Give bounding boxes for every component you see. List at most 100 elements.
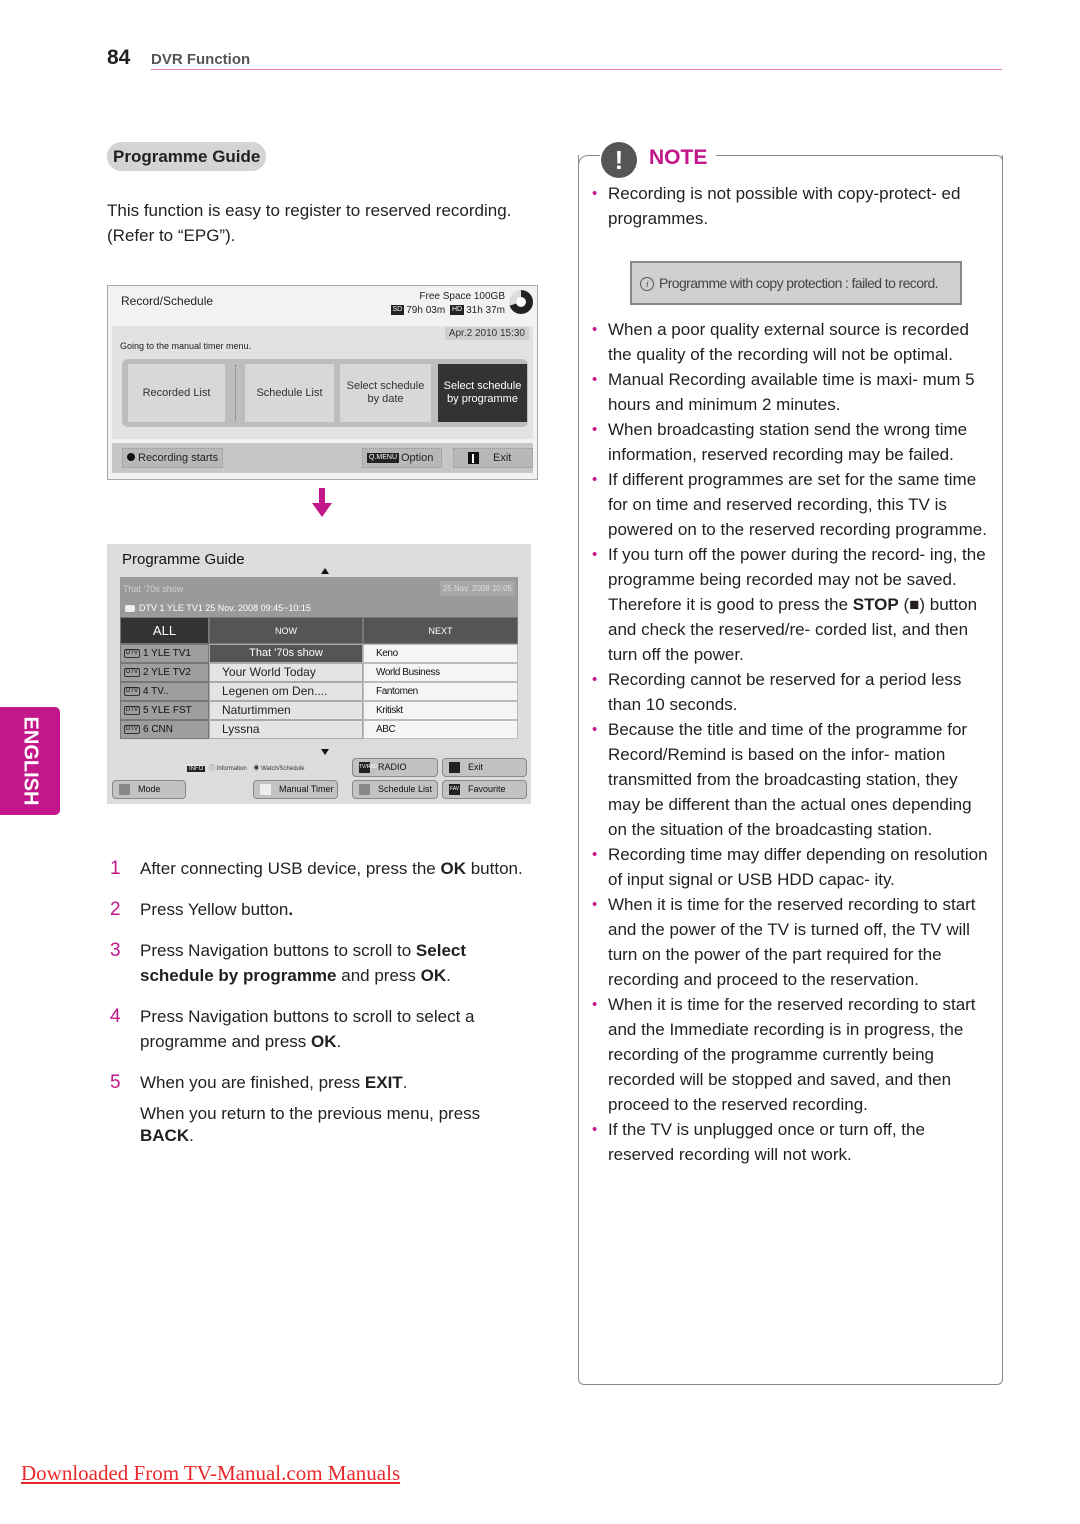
next-programme[interactable]: Fantomen xyxy=(363,682,518,701)
programme-guide-screen: Programme Guide That '70s show 25 Nov. 2… xyxy=(107,544,531,804)
status-message: Going to the manual timer menu. xyxy=(120,341,252,351)
note-item: Manual Recording available time is maxi-… xyxy=(590,367,990,417)
steps-list: 1 After connecting USB device, press the … xyxy=(110,856,530,1147)
programme-info-bar: That '70s show 25 Nov. 2008 10:05 DTV 1 … xyxy=(120,577,518,617)
arrow-down-icon xyxy=(312,488,332,517)
manual-timer-button[interactable]: Manual Timer xyxy=(253,780,338,799)
dtv-icon: DTV xyxy=(124,724,140,734)
guide-row[interactable]: DTV 2 YLE TV2 Your World Today World Busi… xyxy=(120,663,518,682)
channel-name: 5 YLE FST xyxy=(143,705,192,716)
record-schedule-footer: Recording starts Q.MENU Option Exit xyxy=(112,443,533,473)
download-source-link[interactable]: Downloaded From TV-Manual.com Manuals xyxy=(21,1461,400,1486)
exit-icon xyxy=(449,762,460,774)
info-icon: i xyxy=(640,277,654,291)
column-now: NOW xyxy=(209,617,363,644)
channel-name: 6 CNN xyxy=(143,724,174,735)
note-item: If the TV is unplugged once or turn off,… xyxy=(590,1117,990,1167)
note-item: Because the title and time of the progra… xyxy=(590,717,990,842)
now-programme[interactable]: Legenen om Den.... xyxy=(209,682,363,701)
info-date: 25 Nov. 2008 10:05 xyxy=(439,581,515,596)
next-programme[interactable]: ABC xyxy=(363,720,518,739)
exclamation-icon: ! xyxy=(601,142,637,178)
blue-key-icon xyxy=(359,784,370,796)
step-number: 2 xyxy=(110,899,121,920)
note-item: Recording is not possible with copy-prot… xyxy=(590,181,990,231)
information-icon: ⓘ xyxy=(209,766,216,772)
tv-radio-icon: TV/RAD xyxy=(359,762,377,774)
channel-name: 1 YLE TV1 xyxy=(143,648,191,659)
next-programme[interactable]: World Business xyxy=(363,663,518,682)
scroll-up-icon[interactable] xyxy=(321,568,329,574)
now-programme[interactable]: Naturtimmen xyxy=(209,701,363,720)
ok-icon: ◉ xyxy=(253,766,260,772)
note-border-top xyxy=(716,155,1003,165)
exit-button[interactable]: Exit xyxy=(453,448,533,468)
dtv-icon: DTV xyxy=(124,667,140,677)
free-space: Free Space 100GB xyxy=(419,291,505,302)
guide-header: ALL NOW NEXT xyxy=(120,617,518,644)
next-programme[interactable]: Keno xyxy=(363,644,518,663)
yellow-key-icon xyxy=(260,784,271,796)
dtv-icon: DTV xyxy=(124,648,140,658)
exit-icon xyxy=(468,452,479,465)
guide-row[interactable]: DTV 4 TV.. Legenen om Den.... Fantomen xyxy=(120,682,518,701)
note-border-corner xyxy=(578,155,600,175)
datetime: Apr.2 2010 15:30 xyxy=(444,327,529,340)
favourite-button[interactable]: FAV Favourite xyxy=(442,780,527,799)
note-item: When it is time for the reserved recordi… xyxy=(590,892,990,992)
copy-protection-message: i Programme with copy protection : failed… xyxy=(630,261,962,305)
now-programme[interactable]: That '70s show xyxy=(209,644,363,663)
info-badge: INFO xyxy=(187,766,206,772)
language-tab: ENGLISH xyxy=(0,707,60,815)
guide-rows: DTV 1 YLE TV1 That '70s show Keno DTV 2 YL… xyxy=(120,644,518,739)
scroll-down-icon[interactable] xyxy=(321,749,329,755)
note-item: Recording cannot be reserved for a perio… xyxy=(590,667,990,717)
qmenu-badge: Q.MENU xyxy=(367,453,399,464)
guide-row[interactable]: DTV 6 CNN Lyssna ABC xyxy=(120,720,518,739)
channel-name: 4 TV.. xyxy=(143,686,169,697)
guide-row[interactable]: DTV 1 YLE TV1 That '70s show Keno xyxy=(120,644,518,663)
note-item: If you turn off the power during the rec… xyxy=(590,542,990,667)
step-item: 1 After connecting USB device, press the … xyxy=(110,858,523,879)
next-programme[interactable]: Kritiskt xyxy=(363,701,518,720)
step-number: 3 xyxy=(110,940,121,961)
current-show: That '70s show xyxy=(123,584,184,594)
guide-row[interactable]: DTV 5 YLE FST Naturtimmen Kritiskt xyxy=(120,701,518,720)
note-label: NOTE xyxy=(649,146,708,169)
guide-exit-button[interactable]: Exit xyxy=(442,758,527,777)
recording-starts-button[interactable]: Recording starts xyxy=(122,448,224,468)
now-programme[interactable]: Your World Today xyxy=(209,663,363,682)
menu-tiles: Recorded List Schedule List Select sched… xyxy=(122,359,528,427)
step-item: 5 When you are finished, press EXIT. xyxy=(110,1072,408,1093)
programme-guide-title: Programme Guide xyxy=(122,551,245,568)
sd-time: 79h 03m xyxy=(406,305,446,316)
section-title: DVR Function xyxy=(151,51,251,68)
tile-separator xyxy=(235,365,236,421)
column-next: NEXT xyxy=(363,617,518,644)
record-schedule-screen: Record/Schedule Free Space 100GB SD 79h 0… xyxy=(107,285,538,480)
note-item: Recording time may differ depending on r… xyxy=(590,842,990,892)
record-dot-icon xyxy=(127,453,135,461)
step-number: 1 xyxy=(110,858,121,879)
note-item: If different programmes are set for the … xyxy=(590,467,990,542)
mode-button[interactable]: Mode xyxy=(112,780,186,799)
tile-schedule-by-date[interactable]: Select schedule by date xyxy=(340,364,431,422)
disk-usage-icon xyxy=(509,290,533,314)
schedule-list-button[interactable]: Schedule List xyxy=(352,780,438,799)
page-number: 84 xyxy=(107,46,131,69)
tile-recorded-list[interactable]: Recorded List xyxy=(128,364,225,422)
note-item: When broadcasting station send the wrong… xyxy=(590,417,990,467)
channel-name: 2 YLE TV2 xyxy=(143,667,191,678)
free-space-info: Free Space 100GB SD 79h 03m HD 31h 37m xyxy=(389,290,505,318)
tab-all[interactable]: ALL xyxy=(120,617,209,644)
tile-schedule-list[interactable]: Schedule List xyxy=(245,364,334,422)
now-programme[interactable]: Lyssna xyxy=(209,720,363,739)
step-number: 4 xyxy=(110,1006,121,1027)
radio-button[interactable]: TV/RADRADIO xyxy=(352,758,438,777)
option-button[interactable]: Q.MENU Option xyxy=(362,448,442,468)
tile-schedule-by-programme[interactable]: Select schedule by programme xyxy=(438,364,527,422)
step-number: 5 xyxy=(110,1072,121,1093)
dtv-icon: DTV xyxy=(124,686,140,696)
step-item: 2 Press Yellow button. xyxy=(110,899,294,920)
section-heading: Programme Guide xyxy=(107,142,267,171)
